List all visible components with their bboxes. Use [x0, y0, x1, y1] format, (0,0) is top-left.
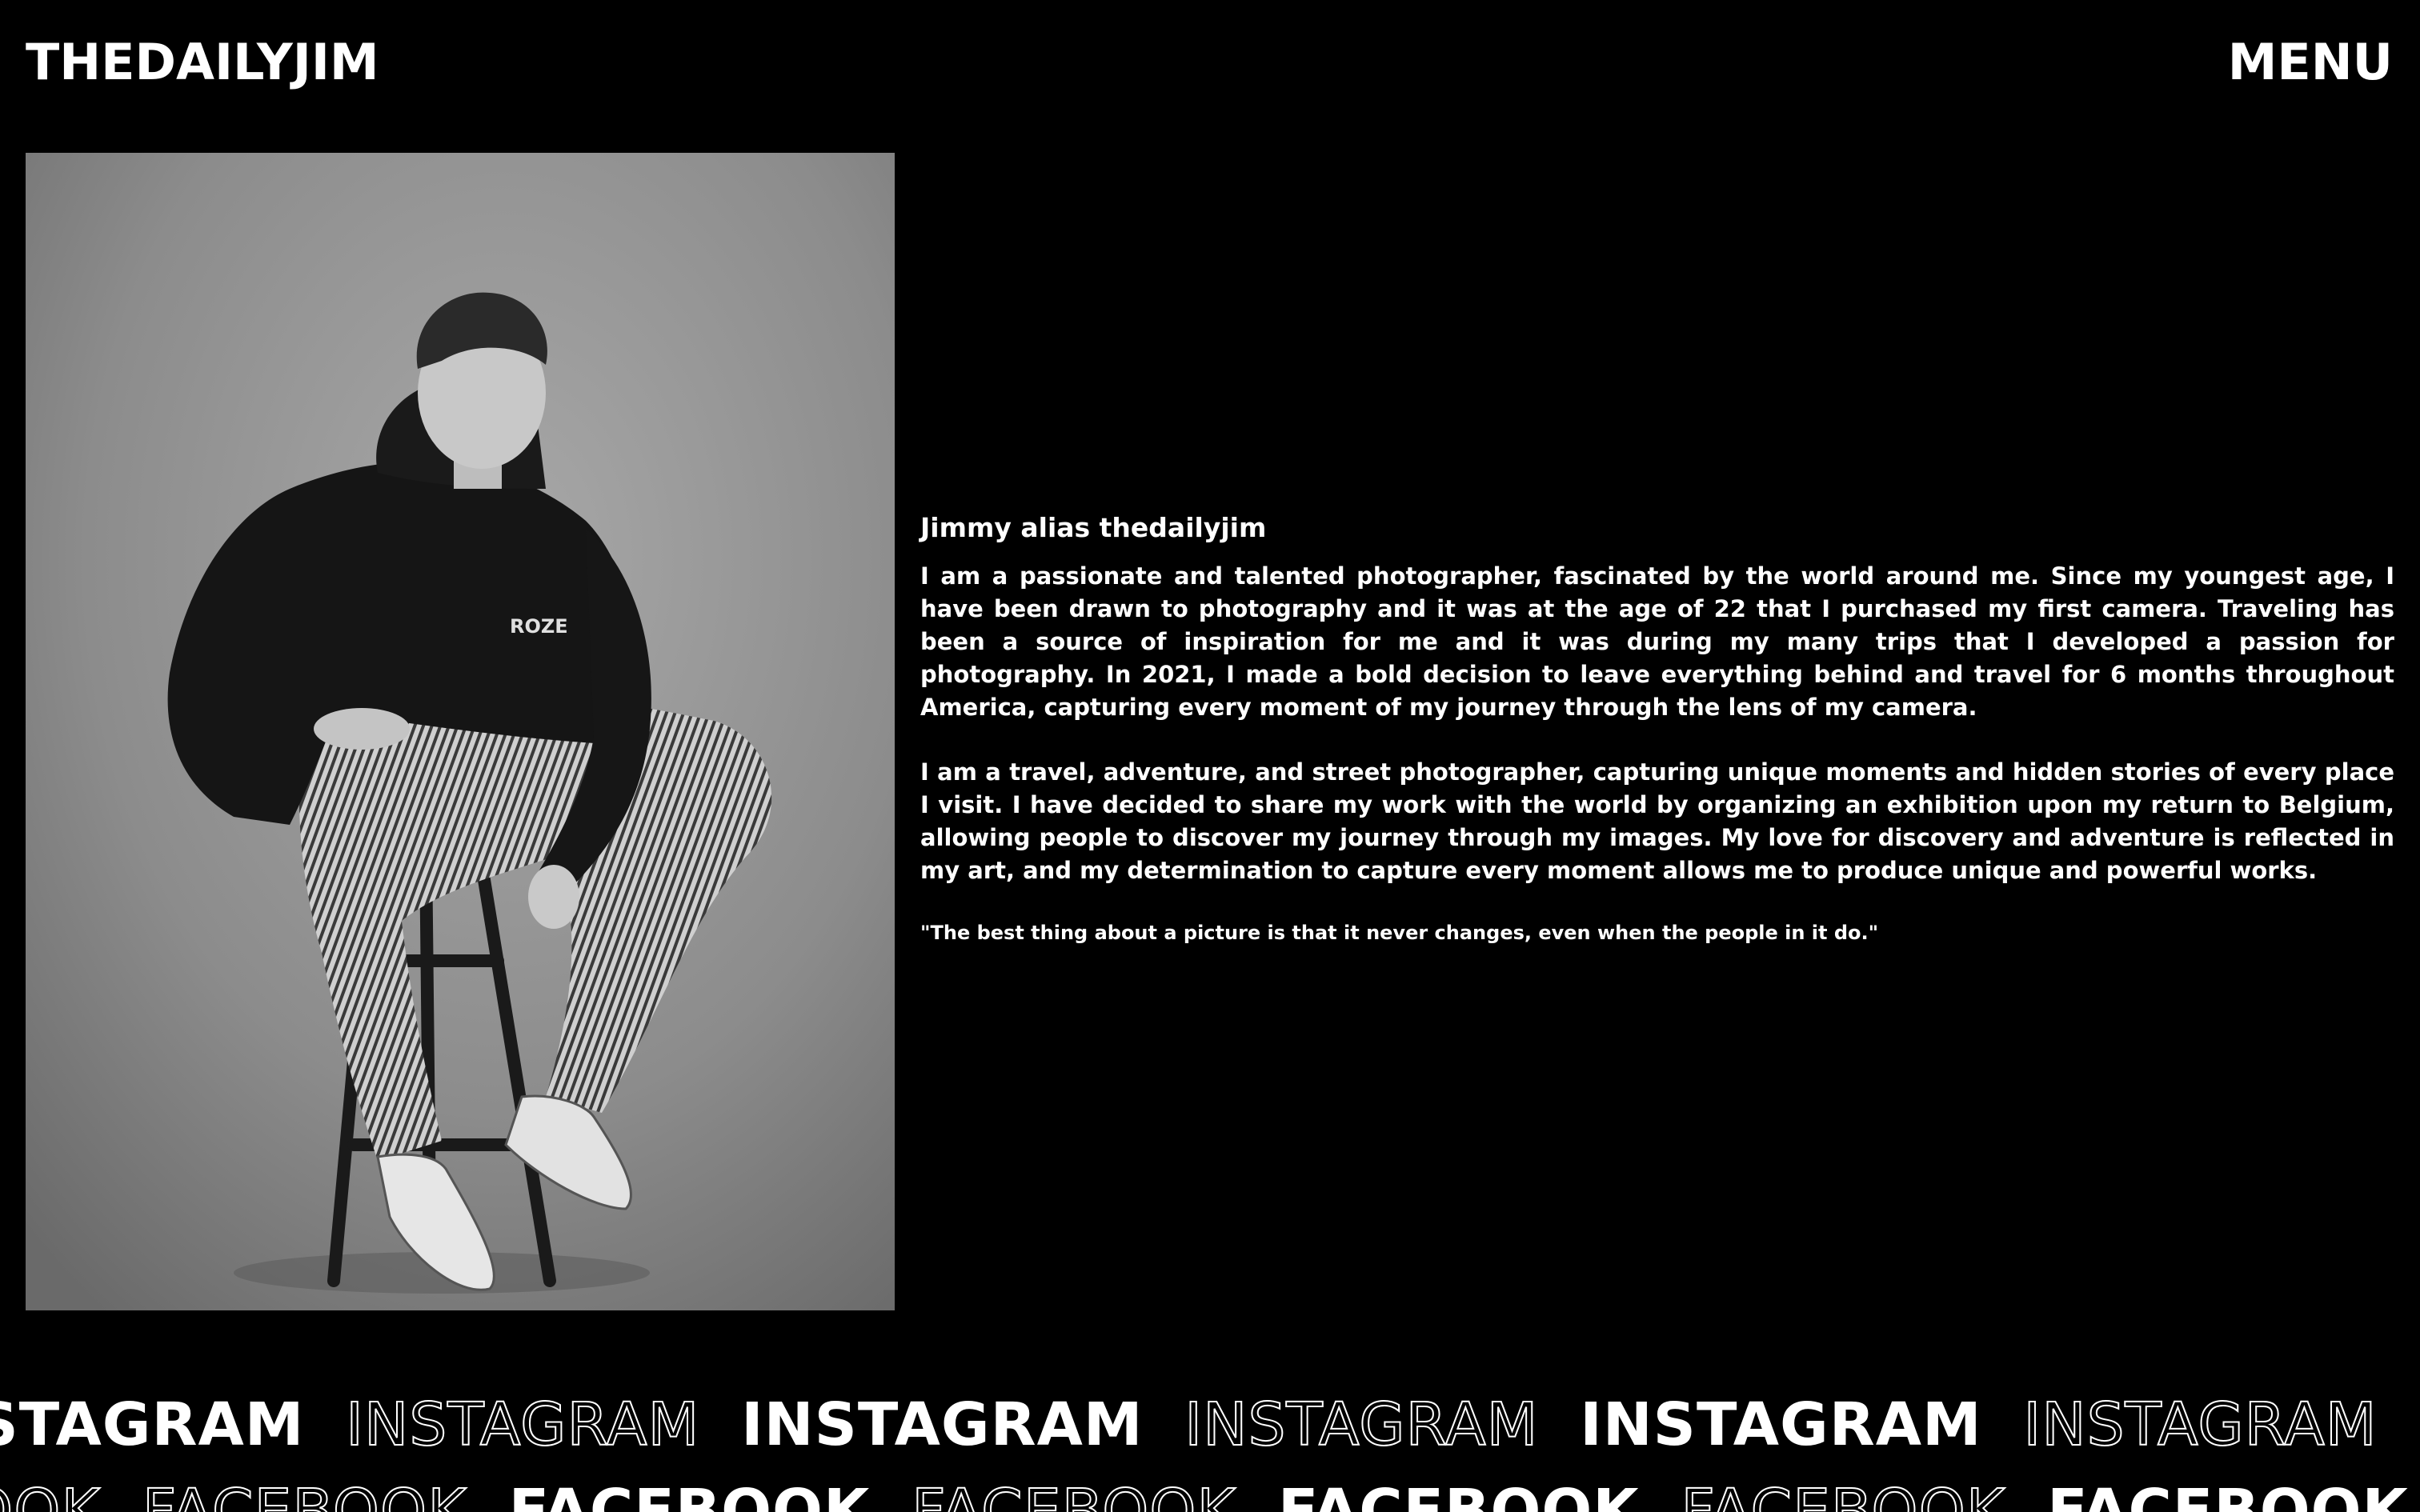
facebook-label: FACEBOOK	[508, 1477, 871, 1512]
instagram-label: INSTAGRAM	[2022, 1390, 2378, 1459]
page: THEDAILYJIM MENU ROZE Jimmy alias thedai…	[0, 0, 2420, 1512]
bio-section: Jimmy alias thedailyjim I am a passionat…	[920, 510, 2394, 946]
facebook-label: FACEBOOK	[1680, 1477, 2006, 1512]
instagram-label: INSTAGRAM	[741, 1390, 1144, 1459]
facebook-label: FACEBOOK	[142, 1477, 467, 1512]
facebook-label: FACEBOOK	[2047, 1477, 2409, 1512]
facebook-marquee-link[interactable]: FACEBOOK FACEBOOK FACEBOOK FACEBOOK FACE…	[0, 1477, 2420, 1512]
site-logo[interactable]: THEDAILYJIM	[26, 32, 379, 93]
instagram-marquee-track: INSTAGRAM INSTAGRAM INSTAGRAM INSTAGRAM …	[0, 1390, 2420, 1459]
facebook-label: FACEBOOK	[0, 1477, 102, 1512]
instagram-marquee-link[interactable]: INSTAGRAM INSTAGRAM INSTAGRAM INSTAGRAM …	[0, 1390, 2420, 1459]
svg-text:ROZE: ROZE	[510, 615, 568, 638]
portrait-photo-icon: ROZE	[26, 153, 895, 1310]
menu-button[interactable]: MENU	[2228, 32, 2393, 93]
instagram-label: INSTAGRAM	[345, 1390, 700, 1459]
bio-paragraph-1: I am a passionate and talented photograp…	[920, 562, 2394, 721]
bio-paragraph-2: I am a travel, adventure, and street pho…	[920, 758, 2394, 884]
bio-quote: "The best thing about a picture is that …	[920, 922, 1879, 944]
facebook-label: FACEBOOK	[1277, 1477, 1640, 1512]
portrait-photo: ROZE	[26, 153, 895, 1310]
instagram-label: INSTAGRAM	[0, 1390, 305, 1459]
bio-title: Jimmy alias thedailyjim	[920, 512, 1267, 543]
instagram-label: INSTAGRAM	[1580, 1390, 1982, 1459]
instagram-label: INSTAGRAM	[1184, 1390, 1539, 1459]
facebook-marquee-track: FACEBOOK FACEBOOK FACEBOOK FACEBOOK FACE…	[0, 1477, 2420, 1512]
facebook-label: FACEBOOK	[911, 1477, 1237, 1512]
